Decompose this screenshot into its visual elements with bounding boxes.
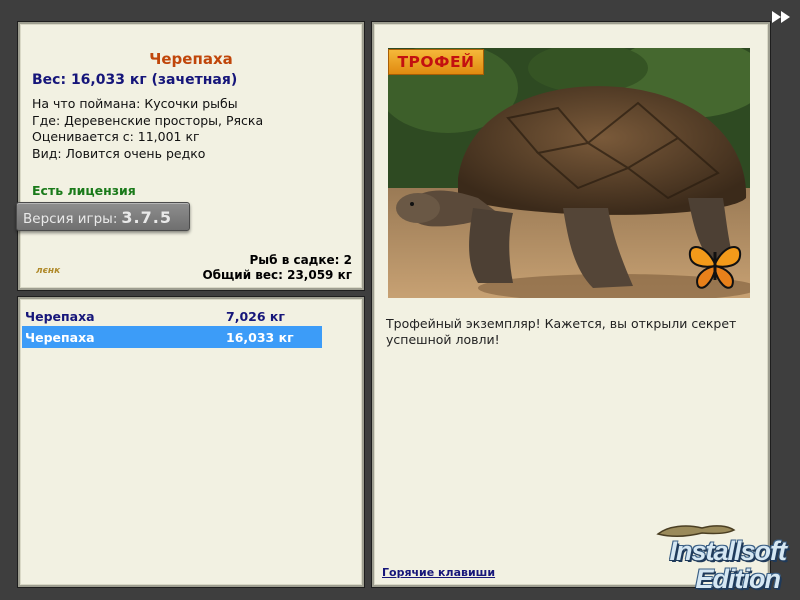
catch-list-panel: Черепаха 7,026 кг Черепаха 16,033 кг bbox=[18, 297, 364, 587]
fish-name-title: Черепаха bbox=[149, 50, 233, 68]
catch-item-weight: 16,033 кг bbox=[226, 330, 294, 345]
version-label: Версия игры: bbox=[23, 211, 118, 227]
catch-list-item-selected[interactable]: Черепаха 16,033 кг bbox=[22, 326, 322, 348]
fish-details: На что поймана: Кусочки рыбы Где: Дереве… bbox=[32, 96, 263, 162]
fast-forward-button[interactable] bbox=[770, 9, 794, 25]
detail-evaluated-from: Оценивается с: 11,001 кг bbox=[32, 129, 200, 144]
brand-line2: Edition bbox=[695, 564, 781, 594]
version-value: 3.7.5 bbox=[121, 208, 172, 227]
trophy-badge: ТРОФЕЙ bbox=[388, 49, 484, 75]
catch-item-name: Черепаха bbox=[25, 309, 95, 324]
fish-detail-panel: ТРОФЕЙ Трофейный экземпляр! Кажется, вы … bbox=[372, 22, 770, 587]
butterfly-icon bbox=[688, 246, 742, 289]
detail-species-rarity: Вид: Ловится очень редко bbox=[32, 145, 206, 161]
cage-summary: Рыб в садке: 2 Общий вес: 23,059 кг bbox=[202, 253, 352, 283]
trophy-message: Трофейный экземпляр! Кажется, вы открыли… bbox=[386, 316, 737, 347]
turtle-photo bbox=[388, 48, 750, 298]
catch-item-weight: 7,026 кг bbox=[226, 309, 285, 324]
license-status: Есть лицензия bbox=[32, 183, 136, 198]
brand-line1: Installsoft bbox=[669, 536, 787, 566]
cage-count: Рыб в садке: 2 bbox=[249, 253, 353, 267]
cage-total-weight: Общий вес: 23,059 кг bbox=[202, 268, 352, 282]
installsoft-brand-logo: Installsoft Edition bbox=[622, 520, 792, 598]
hotkeys-link[interactable]: Горячие клавиши bbox=[382, 566, 495, 579]
fish-weight: Вес: 16,033 кг (зачетная) bbox=[32, 72, 238, 88]
catch-item-name: Черепаха bbox=[25, 330, 95, 345]
small-logo: лєнк bbox=[36, 266, 61, 276]
detail-bait: На что поймана: Кусочки рыбы bbox=[32, 96, 238, 111]
game-version-badge: Версия игры: 3.7.5 bbox=[16, 202, 190, 231]
catch-list-item[interactable]: Черепаха 7,026 кг bbox=[22, 305, 322, 327]
fish-info-panel: Черепаха Вес: 16,033 кг (зачетная) На чт… bbox=[16, 22, 364, 290]
fast-forward-icon bbox=[772, 11, 790, 23]
detail-location: Где: Деревенские просторы, Ряска bbox=[32, 112, 264, 128]
